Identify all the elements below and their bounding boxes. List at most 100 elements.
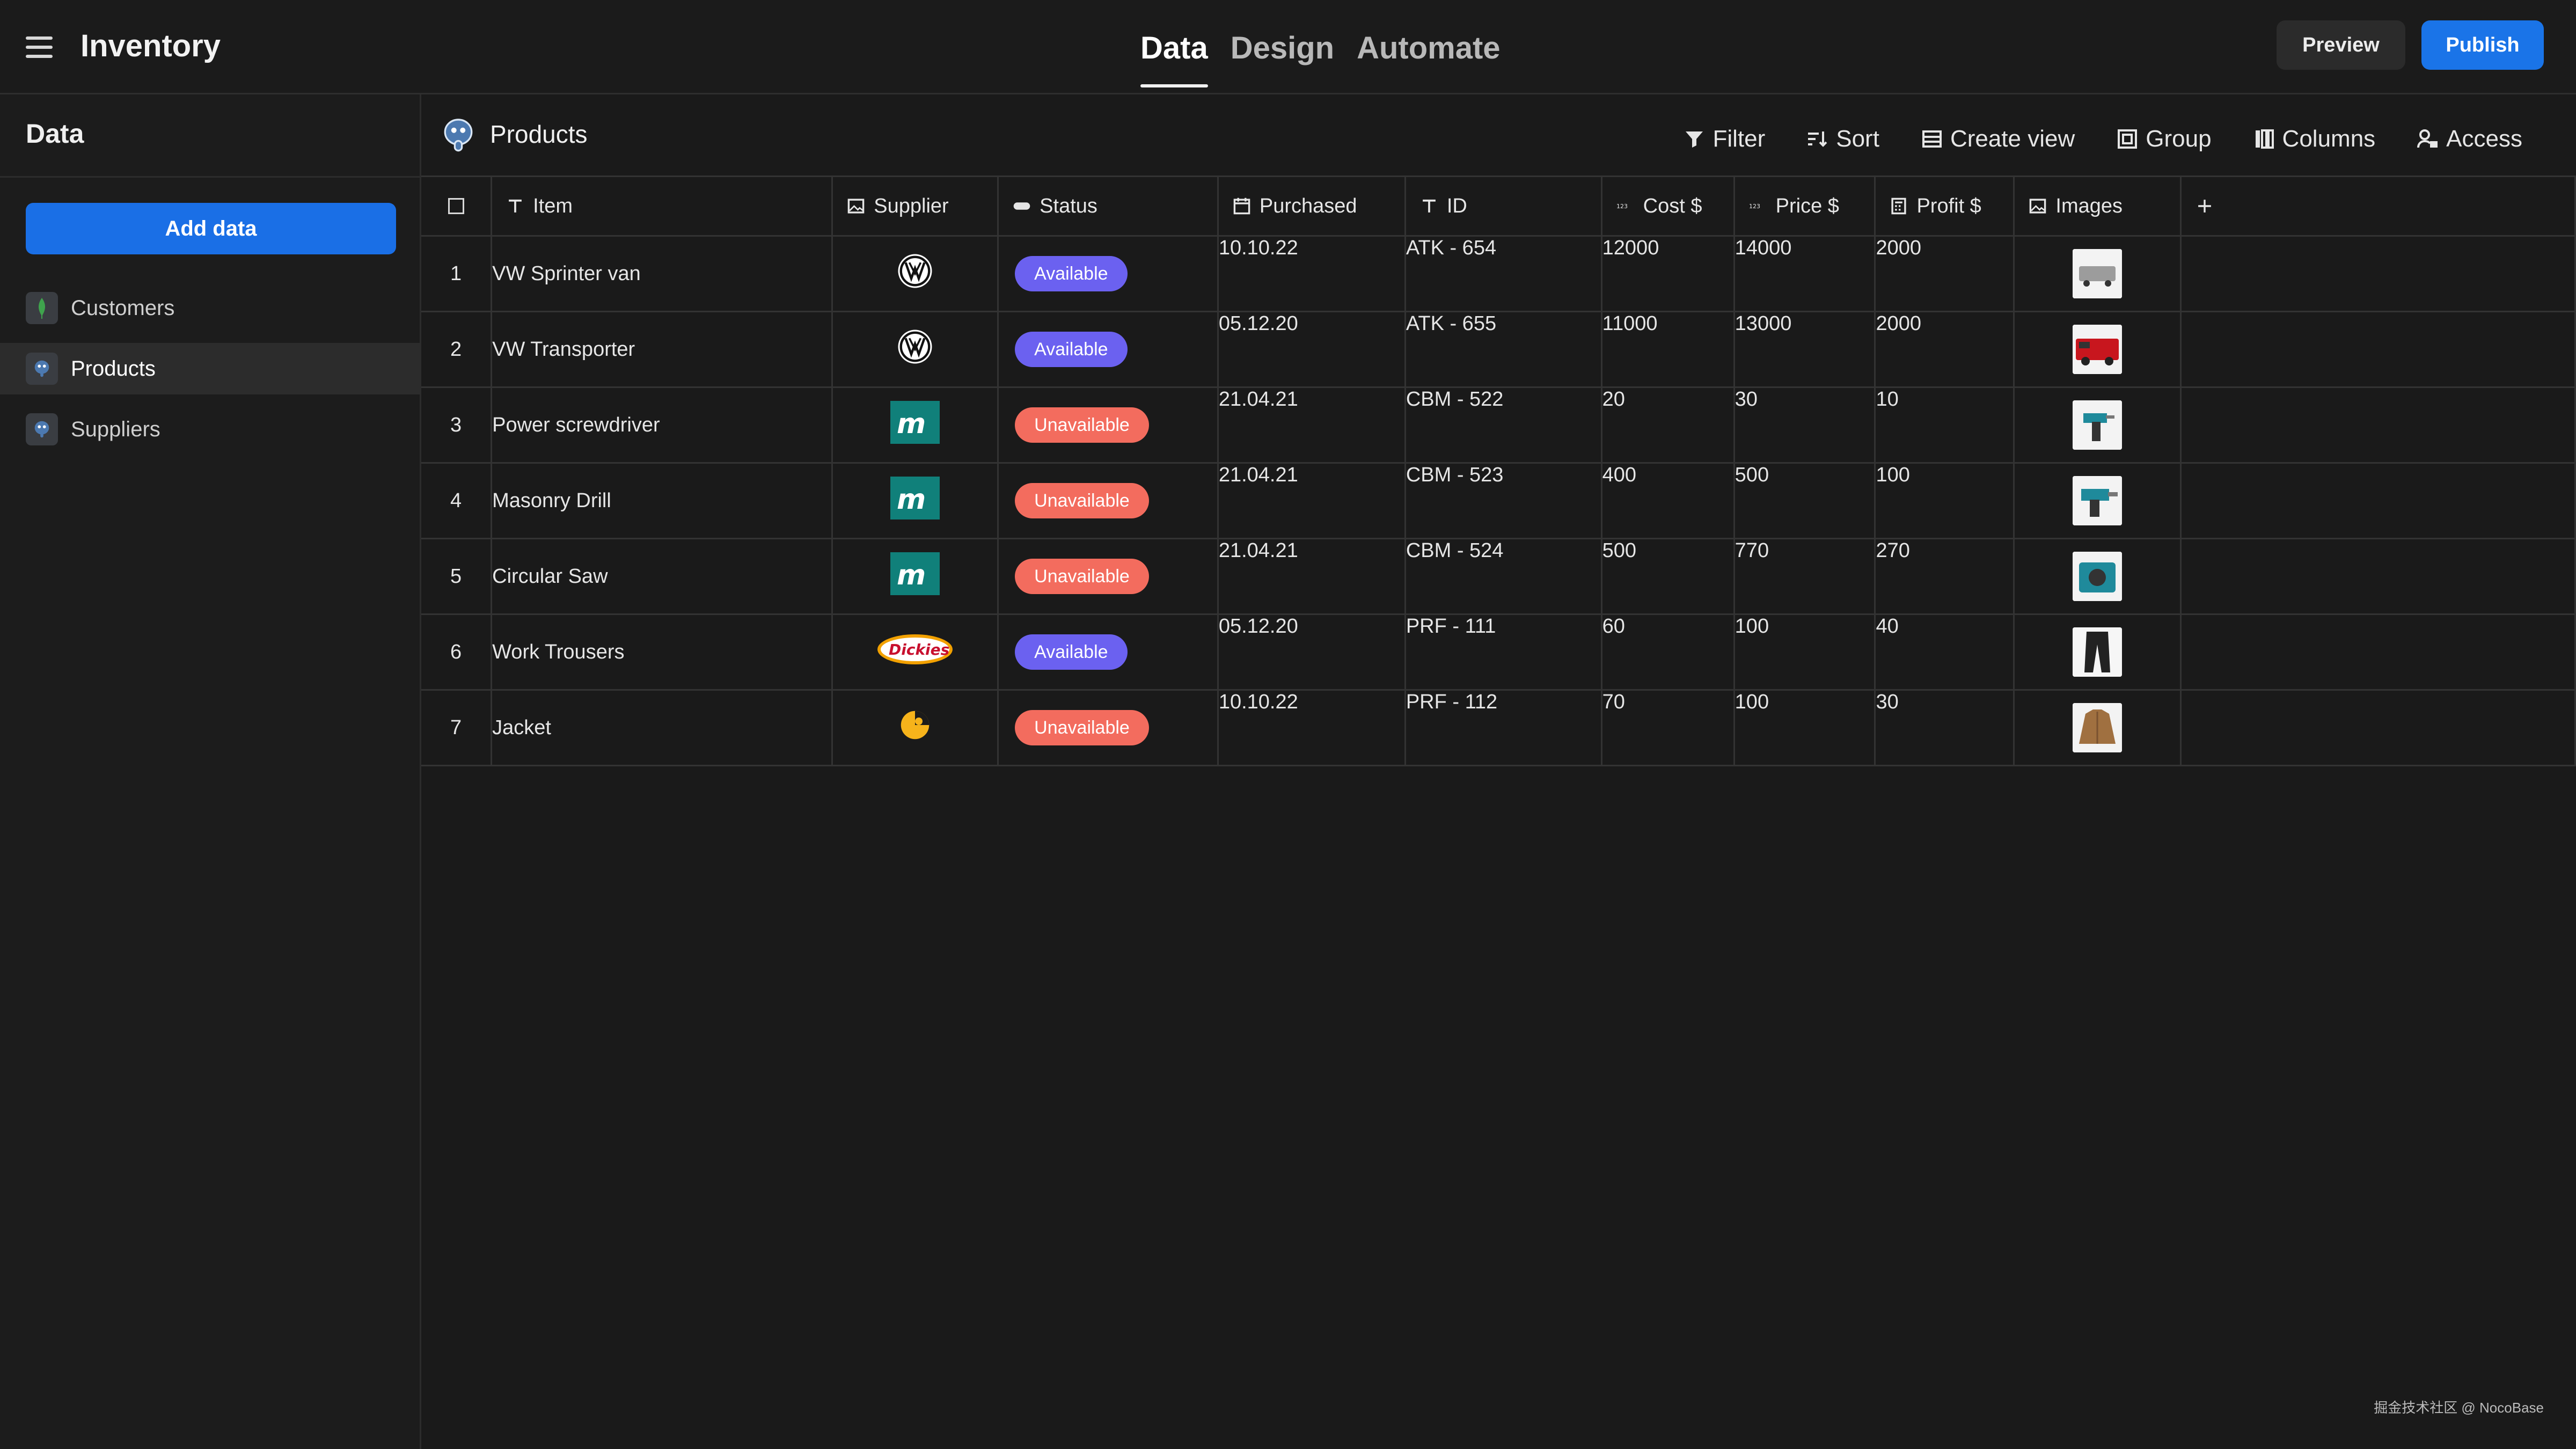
cell-purchased[interactable]: 05.12.20 — [1217, 311, 1406, 388]
tab-automate[interactable]: Automate — [1357, 30, 1500, 87]
filter-button[interactable]: Filter — [1684, 126, 1765, 152]
cell-price[interactable]: 770 — [1733, 538, 1876, 615]
cell-id[interactable]: PRF - 112 — [1404, 689, 1602, 766]
cell-price[interactable]: 30 — [1733, 386, 1876, 464]
cell-cost[interactable]: 500 — [1600, 538, 1735, 615]
tab-design[interactable]: Design — [1231, 30, 1334, 87]
cell-status[interactable]: Unavailable — [997, 689, 1219, 766]
column-header-images[interactable]: Images — [2013, 175, 2182, 237]
cell-price[interactable]: 14000 — [1733, 235, 1876, 312]
create-view-button[interactable]: Create view — [1921, 126, 2075, 152]
cell-item[interactable]: Work Trousers — [491, 613, 833, 691]
cell-images[interactable] — [2013, 538, 2182, 615]
cell-images[interactable] — [2013, 613, 2182, 691]
trousers-image[interactable] — [2073, 627, 2123, 677]
cell-id[interactable]: CBM - 522 — [1404, 386, 1602, 464]
cell-item[interactable]: Masonry Drill — [491, 462, 833, 539]
cell-status[interactable]: Unavailable — [997, 386, 1219, 464]
cell-purchased[interactable]: 10.10.22 — [1217, 689, 1406, 766]
cell-cost[interactable]: 60 — [1600, 613, 1735, 691]
cell-item[interactable]: Power screwdriver — [491, 386, 833, 464]
cell-supplier[interactable] — [831, 689, 999, 766]
cell-profit[interactable]: 270 — [1874, 538, 2015, 615]
table-row[interactable]: 5 Circular Saw m Unavailable 21.04.21 CB… — [421, 538, 2576, 615]
cell-status[interactable]: Available — [997, 311, 1219, 388]
cell-supplier[interactable] — [831, 235, 999, 312]
cell-purchased[interactable]: 05.12.20 — [1217, 613, 1406, 691]
cell-item[interactable]: VW Sprinter van — [491, 235, 833, 312]
sidebar-item-customers[interactable]: Customers — [0, 282, 420, 334]
sidebar-item-products[interactable]: Products — [0, 343, 420, 394]
cell-id[interactable]: CBM - 523 — [1404, 462, 1602, 539]
cell-cost[interactable]: 12000 — [1600, 235, 1735, 312]
sort-button[interactable]: Sort — [1807, 126, 1879, 152]
cell-status[interactable]: Available — [997, 235, 1219, 312]
add-column-button[interactable] — [2179, 175, 2576, 237]
column-header-cost[interactable]: 123 Cost $ — [1600, 175, 1735, 237]
menu-icon[interactable] — [26, 36, 53, 58]
drill-image[interactable] — [2073, 476, 2123, 525]
table-row[interactable]: 7 Jacket Unavailable 10.10.22 PRF - 112 … — [421, 689, 2576, 766]
tab-data[interactable]: Data — [1140, 30, 1208, 87]
table-row[interactable]: 4 Masonry Drill m Unavailable 21.04.21 C… — [421, 462, 2576, 539]
cell-purchased[interactable]: 21.04.21 — [1217, 386, 1406, 464]
cell-images[interactable] — [2013, 311, 2182, 388]
cell-cost[interactable]: 70 — [1600, 689, 1735, 766]
table-row[interactable]: 3 Power screwdriver m Unavailable 21.04.… — [421, 386, 2576, 464]
cell-cost[interactable]: 11000 — [1600, 311, 1735, 388]
cell-supplier[interactable]: m — [831, 462, 999, 539]
sidebar-item-suppliers[interactable]: Suppliers — [0, 404, 420, 455]
group-button[interactable]: Group — [2117, 126, 2212, 152]
cell-cost[interactable]: 400 — [1600, 462, 1735, 539]
cell-status[interactable]: Unavailable — [997, 462, 1219, 539]
column-header-purchased[interactable]: Purchased — [1217, 175, 1406, 237]
cell-images[interactable] — [2013, 235, 2182, 312]
columns-button[interactable]: Columns — [2253, 126, 2375, 152]
publish-button[interactable]: Publish — [2421, 20, 2544, 70]
preview-button[interactable]: Preview — [2277, 20, 2405, 70]
cell-profit[interactable]: 2000 — [1874, 235, 2015, 312]
add-data-button[interactable]: Add data — [26, 203, 396, 254]
cell-images[interactable] — [2013, 689, 2182, 766]
cell-id[interactable]: ATK - 654 — [1404, 235, 1602, 312]
cell-purchased[interactable]: 21.04.21 — [1217, 538, 1406, 615]
cell-price[interactable]: 100 — [1733, 613, 1876, 691]
checkbox-icon[interactable] — [448, 198, 464, 214]
cell-images[interactable] — [2013, 462, 2182, 539]
cell-profit[interactable]: 2000 — [1874, 311, 2015, 388]
cell-profit[interactable]: 100 — [1874, 462, 2015, 539]
cell-cost[interactable]: 20 — [1600, 386, 1735, 464]
table-row[interactable]: 1 VW Sprinter van Available 10.10.22 ATK… — [421, 235, 2576, 312]
column-header-price[interactable]: 123 Price $ — [1733, 175, 1876, 237]
cell-status[interactable]: Available — [997, 613, 1219, 691]
column-header-profit[interactable]: Profit $ — [1874, 175, 2015, 237]
cell-purchased[interactable]: 21.04.21 — [1217, 462, 1406, 539]
cell-id[interactable]: ATK - 655 — [1404, 311, 1602, 388]
cell-supplier[interactable]: m — [831, 538, 999, 615]
cell-supplier[interactable]: m — [831, 386, 999, 464]
select-all-header[interactable] — [421, 175, 493, 237]
cell-item[interactable]: Circular Saw — [491, 538, 833, 615]
column-header-id[interactable]: ID — [1404, 175, 1602, 237]
cell-price[interactable]: 100 — [1733, 689, 1876, 766]
table-row[interactable]: 6 Work Trousers Dickies Available 05.12.… — [421, 613, 2576, 691]
jacket-image[interactable] — [2073, 703, 2123, 752]
cell-item[interactable]: VW Transporter — [491, 311, 833, 388]
cell-price[interactable]: 13000 — [1733, 311, 1876, 388]
cell-purchased[interactable]: 10.10.22 — [1217, 235, 1406, 312]
column-header-item[interactable]: Item — [491, 175, 833, 237]
column-header-status[interactable]: Status — [997, 175, 1219, 237]
cell-status[interactable]: Unavailable — [997, 538, 1219, 615]
cell-profit[interactable]: 10 — [1874, 386, 2015, 464]
cell-supplier[interactable] — [831, 311, 999, 388]
cell-price[interactable]: 500 — [1733, 462, 1876, 539]
cell-images[interactable] — [2013, 386, 2182, 464]
table-row[interactable]: 2 VW Transporter Available 05.12.20 ATK … — [421, 311, 2576, 388]
cell-id[interactable]: PRF - 111 — [1404, 613, 1602, 691]
saw-image[interactable] — [2073, 552, 2123, 601]
cell-profit[interactable]: 40 — [1874, 613, 2015, 691]
cell-id[interactable]: CBM - 524 — [1404, 538, 1602, 615]
column-header-supplier[interactable]: Supplier — [831, 175, 999, 237]
cell-profit[interactable]: 30 — [1874, 689, 2015, 766]
access-button[interactable]: Access — [2417, 126, 2522, 152]
